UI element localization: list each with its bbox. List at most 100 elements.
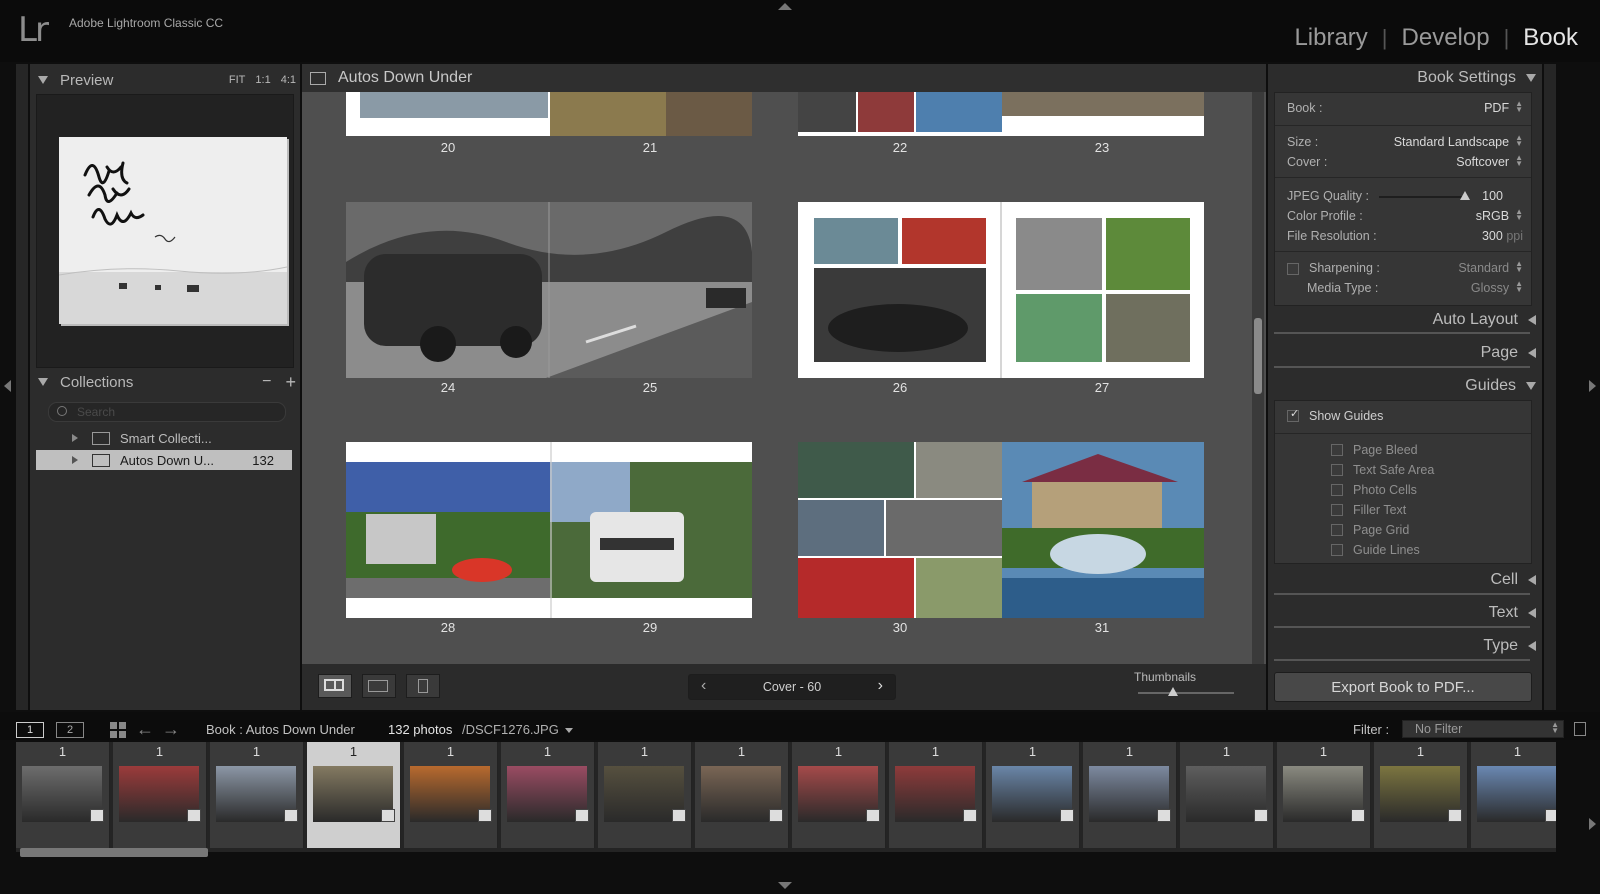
grid-icon[interactable] — [110, 722, 126, 738]
checkbox[interactable] — [1331, 444, 1343, 456]
collection-row-smart[interactable]: Smart Collecti... — [36, 428, 292, 448]
photo-porsche-rangerover[interactable] — [346, 442, 752, 618]
filter-lock-icon[interactable] — [1574, 722, 1586, 736]
photo[interactable] — [798, 92, 856, 132]
filmstrip-cell[interactable]: 1 — [307, 742, 401, 848]
collection-row-autos[interactable]: Autos Down U... 132 — [36, 450, 292, 470]
filmstrip-cell[interactable]: 1 — [889, 742, 983, 848]
sharpening-checkbox[interactable] — [1287, 262, 1299, 275]
zoom-4-1-button[interactable]: 4:1 — [281, 74, 296, 86]
expand-text-icon[interactable] — [1528, 608, 1536, 618]
add-collection-button[interactable]: + — [285, 372, 296, 393]
forward-arrow-icon[interactable]: → — [162, 719, 180, 740]
photo[interactable] — [666, 92, 752, 136]
zoom-fit-button[interactable]: FIT — [229, 74, 246, 86]
collapse-book-settings-icon[interactable] — [1526, 74, 1536, 82]
book-value[interactable]: PDF — [1484, 101, 1509, 115]
type-header[interactable]: Type — [1274, 632, 1536, 660]
spread-28-29[interactable] — [346, 442, 752, 618]
filmstrip-scrollbar-thumb[interactable] — [20, 848, 208, 857]
single-page-view-button[interactable] — [406, 674, 440, 698]
guide-filler-text[interactable]: Filler Text — [1331, 503, 1406, 517]
size-row[interactable]: Size : Standard Landscape ▲ ▼ — [1287, 134, 1523, 150]
checkbox[interactable] — [1331, 464, 1343, 476]
photo[interactable] — [360, 92, 548, 118]
spread-24-25[interactable] — [346, 202, 752, 378]
expand-icon[interactable] — [72, 434, 78, 442]
multi-page-view-button[interactable] — [318, 674, 352, 698]
collapse-preview-icon[interactable] — [38, 76, 48, 84]
filmstrip-cell[interactable]: 1 — [1180, 742, 1274, 848]
spread-30-31[interactable] — [798, 442, 1204, 618]
guide-page-grid[interactable]: Page Grid — [1331, 523, 1409, 537]
cover-value[interactable]: Softcover — [1456, 155, 1509, 169]
spread-20-21[interactable] — [346, 92, 752, 136]
filmstrip-next-icon[interactable] — [1589, 818, 1596, 830]
collapse-collections-icon[interactable] — [38, 378, 48, 386]
filmstrip-cell[interactable]: 1 — [16, 742, 110, 848]
color-profile-row[interactable]: Color Profile : sRGB ▲ ▼ — [1287, 208, 1523, 224]
page-header[interactable]: Page — [1274, 339, 1536, 367]
filmstrip-cell[interactable]: 1 — [695, 742, 789, 848]
photo[interactable] — [858, 92, 914, 132]
media-type-value[interactable]: Glossy — [1471, 281, 1509, 295]
source-label[interactable]: Book : Autos Down Under — [206, 722, 355, 737]
expand-icon[interactable] — [72, 456, 78, 464]
filmstrip-cell[interactable]: 1 — [404, 742, 498, 848]
slider-thumb[interactable] — [1168, 687, 1178, 696]
checkbox[interactable] — [1331, 524, 1343, 536]
secondary-display-button[interactable]: 2 — [56, 722, 84, 738]
filmstrip-cell[interactable]: 1 — [1277, 742, 1371, 848]
spread-26-27[interactable] — [798, 202, 1204, 378]
file-dropdown-icon[interactable] — [565, 728, 573, 733]
filter-select[interactable]: No Filter ▲ ▼ — [1402, 720, 1564, 738]
expand-auto-layout-icon[interactable] — [1528, 315, 1536, 325]
guide-text-safe-area[interactable]: Text Safe Area — [1331, 463, 1434, 477]
expand-type-icon[interactable] — [1528, 641, 1536, 651]
sharpening-value[interactable]: Standard — [1458, 261, 1509, 275]
collapse-bottom-icon[interactable] — [778, 882, 792, 889]
filmstrip-cell[interactable]: 1 — [1083, 742, 1177, 848]
text-header[interactable]: Text — [1274, 599, 1536, 627]
export-book-button[interactable]: Export Book to PDF... — [1274, 672, 1532, 702]
center-scrollbar-thumb[interactable] — [1254, 318, 1262, 394]
module-library[interactable]: Library — [1294, 24, 1367, 52]
checkbox[interactable] — [1331, 484, 1343, 496]
expand-cell-icon[interactable] — [1528, 575, 1536, 585]
filmstrip-cell[interactable]: 1 — [501, 742, 595, 848]
file-resolution-value[interactable]: 300 — [1482, 229, 1503, 243]
jpeg-quality-value[interactable]: 100 — [1482, 189, 1503, 203]
spread-view-button[interactable] — [362, 674, 396, 698]
color-profile-value[interactable]: sRGB — [1476, 209, 1509, 223]
remove-collection-button[interactable]: − — [262, 373, 271, 391]
photo-collage-beetle[interactable] — [798, 442, 1204, 618]
guide-page-bleed[interactable]: Page Bleed — [1331, 443, 1418, 457]
left-panel-toggle-icon[interactable] — [4, 380, 11, 392]
photo[interactable] — [916, 92, 1002, 132]
jpeg-quality-row[interactable]: JPEG Quality : 100 — [1287, 189, 1523, 203]
spread-22-23[interactable] — [798, 92, 1204, 136]
filmstrip-cell[interactable]: 1 — [792, 742, 886, 848]
collapse-top-icon[interactable] — [778, 3, 792, 10]
file-resolution-row[interactable]: File Resolution : 300 ppi — [1287, 229, 1523, 243]
auto-layout-header[interactable]: Auto Layout — [1274, 306, 1536, 334]
guides-header[interactable]: Guides — [1274, 372, 1536, 400]
collapse-guides-icon[interactable] — [1526, 382, 1536, 390]
cell-header[interactable]: Cell — [1274, 566, 1536, 594]
jpeg-quality-slider[interactable] — [1379, 191, 1470, 200]
module-develop[interactable]: Develop — [1402, 24, 1490, 52]
current-file[interactable]: /DSCF1276.JPG — [462, 722, 559, 737]
book-settings-header[interactable]: Book Settings — [1274, 64, 1536, 92]
thumbnail-size-slider[interactable] — [1138, 687, 1234, 696]
next-page-button[interactable]: › — [878, 677, 883, 695]
photo[interactable] — [550, 92, 666, 136]
slider-thumb[interactable] — [1460, 191, 1470, 200]
media-type-row[interactable]: Media Type : Glossy ▲ ▼ — [1287, 280, 1523, 296]
show-guides-checkbox[interactable]: ✓ — [1287, 408, 1299, 422]
collections-search-input[interactable]: Search — [48, 402, 286, 422]
guide-guide-lines[interactable]: Guide Lines — [1331, 543, 1420, 557]
filmstrip-cell[interactable]: 1 — [210, 742, 304, 848]
guide-photo-cells[interactable]: Photo Cells — [1331, 483, 1417, 497]
zoom-1-1-button[interactable]: 1:1 — [255, 74, 270, 86]
preview-header[interactable]: Preview FIT 1:1 4:1 — [38, 66, 296, 94]
